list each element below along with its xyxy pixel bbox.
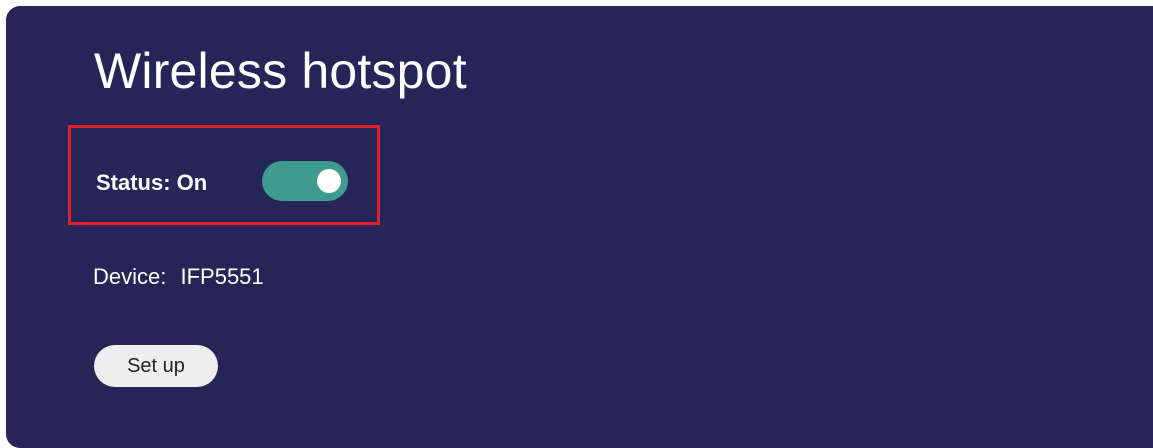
toggle-knob: [317, 169, 341, 193]
page-title: Wireless hotspot: [94, 43, 467, 99]
device-row: Device: IFP5551: [93, 264, 264, 290]
hotspot-status-toggle[interactable]: [262, 161, 348, 201]
device-label: Device:: [93, 264, 167, 289]
hotspot-settings-panel: Wireless hotspot Status: On Device: IFP5…: [6, 6, 1153, 448]
device-name-value: IFP5551: [180, 264, 264, 289]
setup-button[interactable]: Set up: [94, 345, 218, 387]
status-label: Status: On: [96, 170, 208, 195]
